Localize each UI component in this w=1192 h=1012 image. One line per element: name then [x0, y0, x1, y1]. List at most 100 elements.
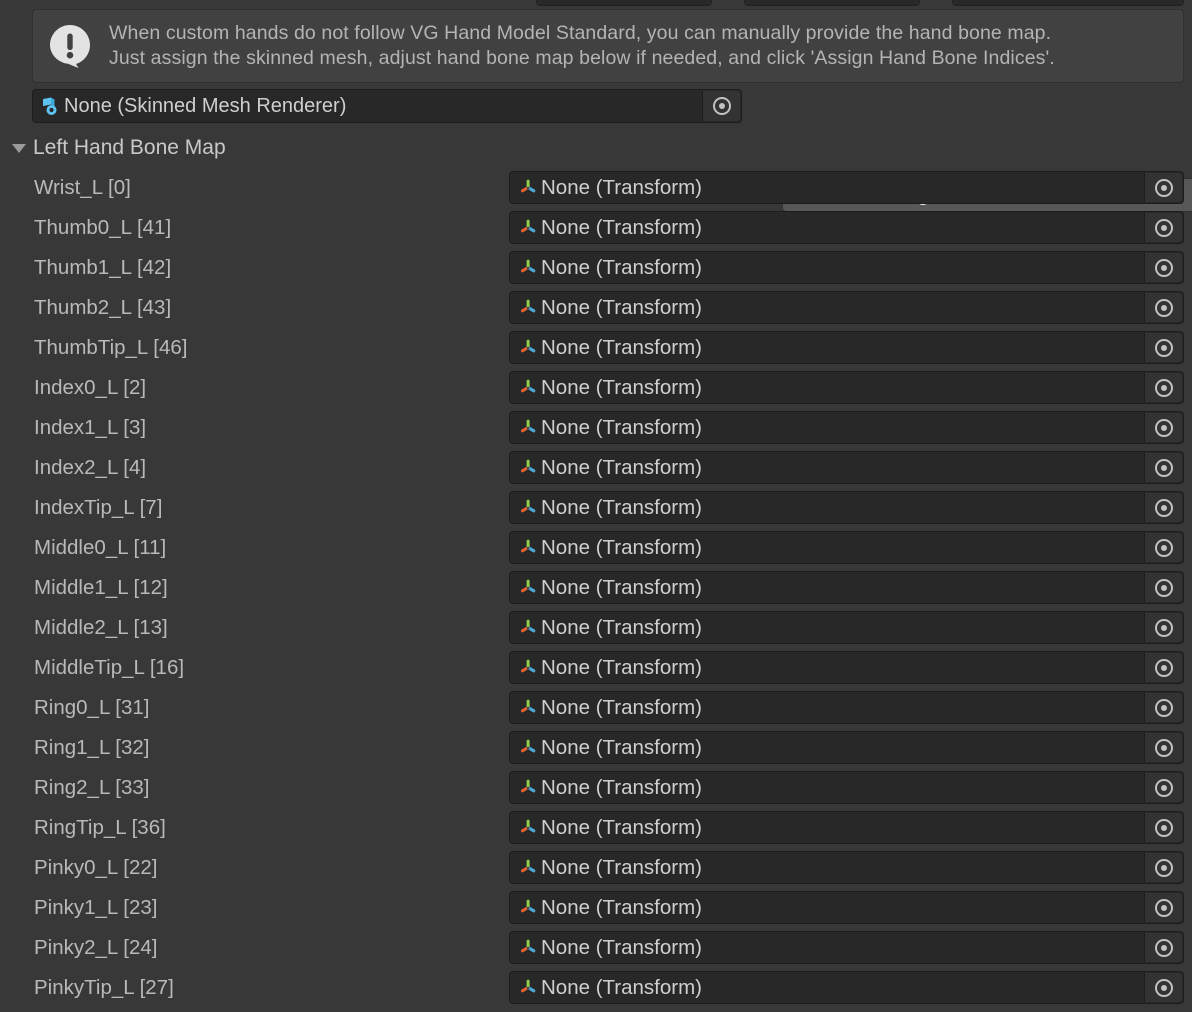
bone-map-row-9: Middle0_L [11] None (Transform): [0, 528, 1192, 568]
bone-transform-field[interactable]: None (Transform): [509, 731, 1184, 764]
bone-transform-field[interactable]: None (Transform): [509, 291, 1184, 324]
bone-transform-field[interactable]: None (Transform): [509, 251, 1184, 284]
object-picker-icon[interactable]: [1144, 493, 1182, 522]
object-picker-icon[interactable]: [1144, 253, 1182, 282]
picker-dot: [1160, 384, 1167, 391]
picker-dot: [1160, 184, 1167, 191]
picker-circle: [1154, 418, 1173, 437]
object-picker-icon[interactable]: [1144, 813, 1182, 842]
transform-icon: [518, 858, 538, 878]
bone-field-value: None (Transform): [541, 775, 702, 799]
picker-circle: [1154, 618, 1173, 637]
picker-circle: [1154, 178, 1173, 197]
bone-map-row-13: Ring0_L [31] None (Transform): [0, 688, 1192, 728]
object-picker-icon[interactable]: [1144, 653, 1182, 682]
object-picker-icon[interactable]: [1144, 453, 1182, 482]
picker-circle: [1154, 738, 1173, 757]
bone-field-value: None (Transform): [541, 855, 702, 879]
bone-transform-field[interactable]: None (Transform): [509, 331, 1184, 364]
bone-label: PinkyTip_L [27]: [34, 976, 174, 999]
picker-dot: [1160, 504, 1167, 511]
bone-label: RingTip_L [36]: [34, 816, 166, 839]
bone-transform-field[interactable]: None (Transform): [509, 691, 1184, 724]
bone-transform-field[interactable]: None (Transform): [509, 171, 1184, 204]
bone-field-value: None (Transform): [541, 295, 702, 319]
bone-transform-field[interactable]: None (Transform): [509, 371, 1184, 404]
bone-transform-field[interactable]: None (Transform): [509, 931, 1184, 964]
object-picker-icon[interactable]: [1144, 773, 1182, 802]
skinned-mesh-renderer-field[interactable]: None (Skinned Mesh Renderer): [32, 89, 742, 123]
bone-map-row-11: Middle2_L [13] None (Transform): [0, 608, 1192, 648]
bone-field-value: None (Transform): [541, 375, 702, 399]
object-picker-icon[interactable]: [1144, 333, 1182, 362]
picker-dot: [1160, 984, 1167, 991]
object-picker-icon[interactable]: [1144, 733, 1182, 762]
bone-transform-field[interactable]: None (Transform): [509, 971, 1184, 1004]
picker-dot: [1160, 304, 1167, 311]
bone-map-row-16: RingTip_L [36] None (Transform): [0, 808, 1192, 848]
picker-circle: [1154, 818, 1173, 837]
bone-transform-field[interactable]: None (Transform): [509, 651, 1184, 684]
object-picker-icon[interactable]: [1144, 293, 1182, 322]
bone-transform-field[interactable]: None (Transform): [509, 891, 1184, 924]
bone-field-value: None (Transform): [541, 615, 702, 639]
bone-field-content: None (Transform): [518, 652, 1143, 683]
bone-field-value: None (Transform): [541, 255, 702, 279]
picker-circle: [1154, 338, 1173, 357]
skinned-mesh-renderer-value: None (Skinned Mesh Renderer): [64, 94, 347, 117]
transform-icon: [518, 658, 538, 678]
bone-transform-field[interactable]: None (Transform): [509, 771, 1184, 804]
transform-icon: [518, 938, 538, 958]
object-picker-icon[interactable]: [1144, 613, 1182, 642]
object-picker-icon[interactable]: [1144, 693, 1182, 722]
bone-field-value: None (Transform): [541, 455, 702, 479]
bone-transform-field[interactable]: None (Transform): [509, 811, 1184, 844]
triangle-down-icon[interactable]: [12, 143, 26, 153]
bone-field-value: None (Transform): [541, 575, 702, 599]
picker-dot: [718, 103, 725, 109]
object-picker-icon[interactable]: [1144, 973, 1182, 1002]
bone-transform-field[interactable]: None (Transform): [509, 211, 1184, 244]
transform-icon: [518, 458, 538, 478]
picker-circle: [1154, 978, 1173, 997]
picker-circle: [1154, 898, 1173, 917]
object-picker-icon[interactable]: [1144, 213, 1182, 242]
object-picker-icon[interactable]: [1144, 893, 1182, 922]
bone-label: Ring1_L [32]: [34, 736, 150, 759]
bone-label: Pinky2_L [24]: [34, 936, 158, 959]
bone-transform-field[interactable]: None (Transform): [509, 571, 1184, 604]
picker-dot: [1160, 624, 1167, 631]
clipped-field-top-3: [952, 0, 1184, 6]
object-picker-icon[interactable]: [1144, 533, 1182, 562]
bone-label: Middle0_L [11]: [34, 536, 167, 559]
bone-field-value: None (Transform): [541, 335, 702, 359]
object-picker-icon[interactable]: [1144, 573, 1182, 602]
picker-dot: [1160, 464, 1167, 471]
bone-field-content: None (Transform): [518, 452, 1143, 483]
transform-icon: [518, 378, 538, 398]
bone-transform-field[interactable]: None (Transform): [509, 411, 1184, 444]
transform-icon: [518, 818, 538, 838]
picker-dot: [1160, 904, 1167, 911]
object-picker-icon[interactable]: [702, 91, 740, 121]
bone-transform-field[interactable]: None (Transform): [509, 491, 1184, 524]
left-hand-bone-map-foldout[interactable]: Left Hand Bone Map: [12, 132, 226, 164]
object-picker-icon[interactable]: [1144, 853, 1182, 882]
bone-transform-field[interactable]: None (Transform): [509, 531, 1184, 564]
object-picker-icon[interactable]: [1144, 413, 1182, 442]
bone-field-content: None (Transform): [518, 332, 1143, 363]
bone-map-row-7: Index2_L [4] None (Transform): [0, 448, 1192, 488]
bone-field-value: None (Transform): [541, 735, 702, 759]
bone-transform-field[interactable]: None (Transform): [509, 851, 1184, 884]
bone-transform-field[interactable]: None (Transform): [509, 451, 1184, 484]
transform-icon: [518, 538, 538, 558]
bone-transform-field[interactable]: None (Transform): [509, 611, 1184, 644]
bone-map-row-17: Pinky0_L [22] None (Transform): [0, 848, 1192, 888]
picker-circle: [1154, 458, 1173, 477]
object-picker-icon[interactable]: [1144, 933, 1182, 962]
bone-label: Ring0_L [31]: [34, 696, 150, 719]
object-picker-icon[interactable]: [1144, 173, 1182, 202]
bone-field-content: None (Transform): [518, 972, 1143, 1003]
object-picker-icon[interactable]: [1144, 373, 1182, 402]
transform-icon: [518, 258, 538, 278]
